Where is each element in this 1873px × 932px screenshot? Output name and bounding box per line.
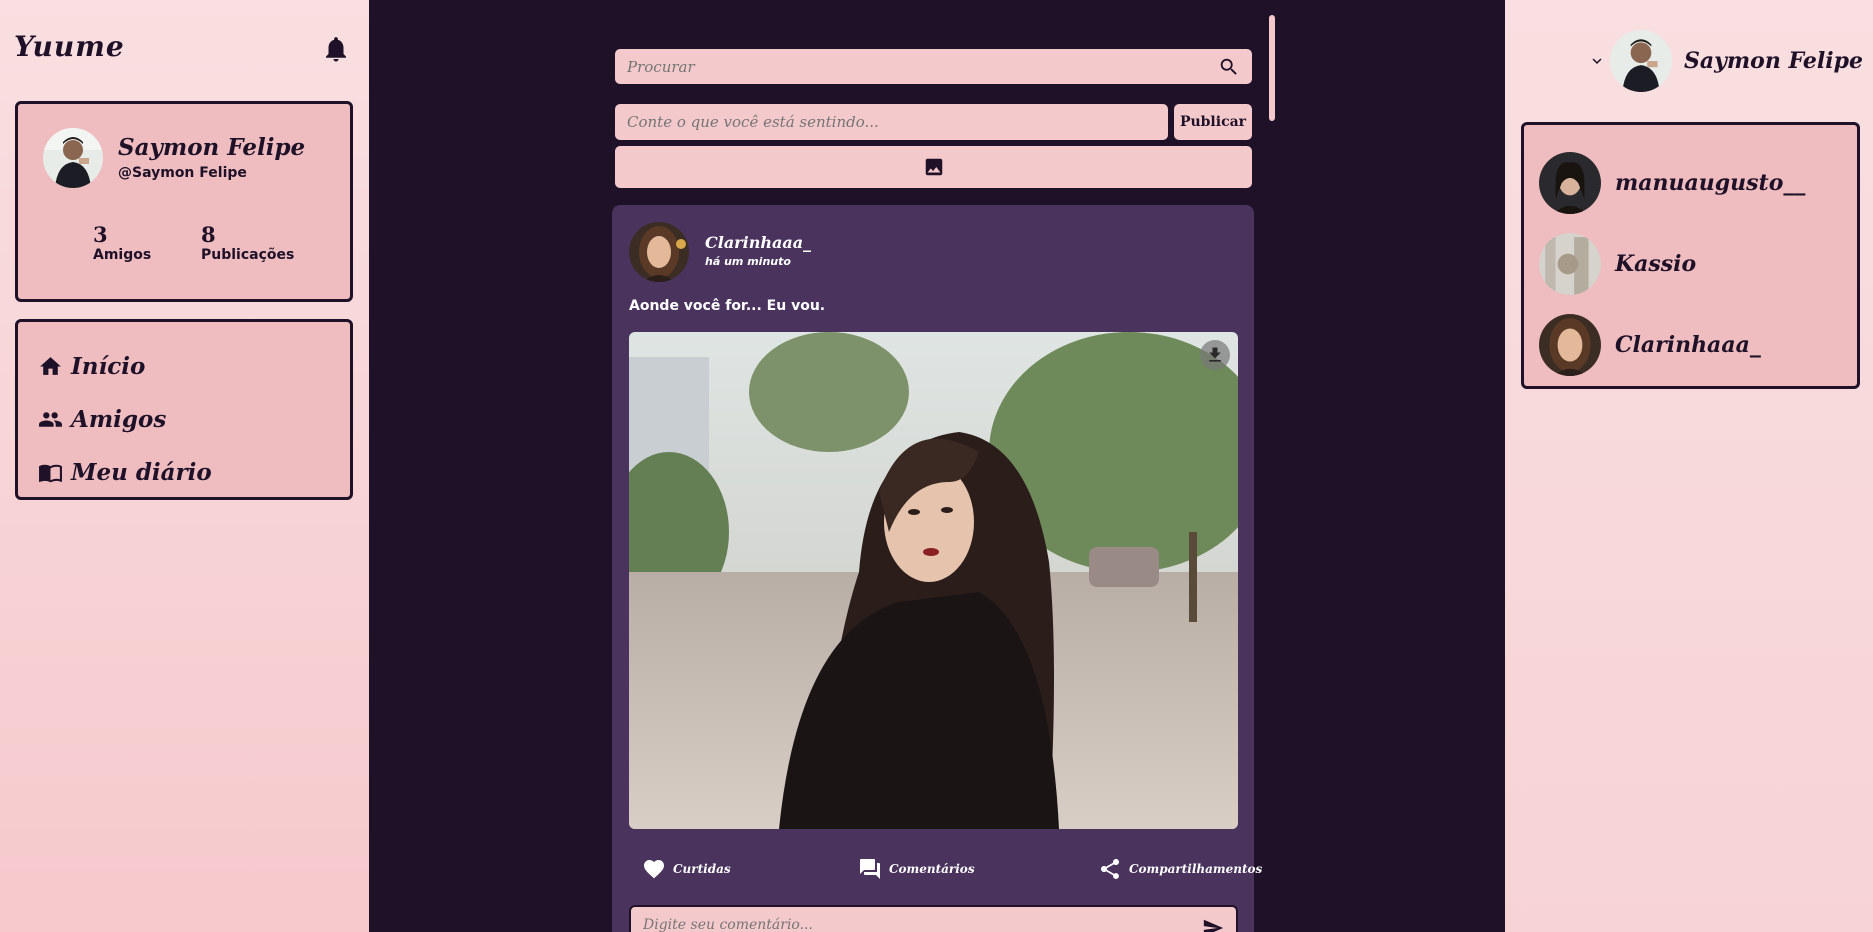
notification-bell-icon[interactable]: [321, 33, 351, 65]
stat-posts[interactable]: 8 Publicações: [201, 222, 294, 263]
post-image[interactable]: [629, 332, 1238, 829]
friend-name: Kassio: [1615, 250, 1697, 277]
profile-avatar[interactable]: [43, 128, 103, 188]
send-icon[interactable]: [1202, 917, 1224, 932]
friend-item[interactable]: Clarinhaaa_: [1524, 304, 1857, 385]
stat-friends-label: Amigos: [93, 247, 152, 263]
book-icon: [39, 464, 62, 483]
comments-icon: [860, 859, 880, 879]
header-user-name: Saymon Felipe: [1683, 48, 1863, 74]
left-sidebar: Yuume Saymon Felipe @Saymon Felipe 3 Ami…: [0, 0, 369, 932]
search-icon[interactable]: [1218, 56, 1240, 78]
friend-item[interactable]: manuaugusto__: [1524, 142, 1857, 223]
chevron-down-icon[interactable]: [1588, 52, 1606, 70]
share-icon: [1101, 859, 1119, 879]
profile-handle: @Saymon Felipe: [118, 165, 247, 181]
profile-name: Saymon Felipe: [118, 134, 306, 161]
download-button[interactable]: [1200, 340, 1230, 370]
header-user-avatar[interactable]: [1609, 30, 1672, 92]
menu-item-inicio[interactable]: Início: [18, 340, 350, 393]
comment-box: [629, 905, 1238, 932]
friend-item[interactable]: Kassio: [1524, 223, 1857, 304]
like-label: Curtidas: [673, 862, 731, 876]
stat-posts-label: Publicações: [201, 247, 295, 263]
menu-item-label: Amigos: [71, 406, 167, 433]
navigation-menu: Início Amigos Meu diário: [15, 319, 353, 500]
share-button[interactable]: Compartilhamentos: [1098, 857, 1262, 881]
post-text: Aonde você for... Eu vou.: [629, 298, 826, 314]
post-card: Clarinhaaa_ há um minuto Aonde você for.…: [612, 205, 1262, 932]
stat-friends[interactable]: 3 Amigos: [93, 222, 151, 263]
menu-item-amigos[interactable]: Amigos: [18, 393, 350, 446]
friend-avatar: [1539, 151, 1601, 214]
image-icon: [925, 158, 942, 176]
menu-item-meu-diario[interactable]: Meu diário: [18, 446, 350, 499]
search-input[interactable]: [627, 57, 1218, 76]
add-image-button[interactable]: [615, 146, 1252, 188]
stat-posts-value: 8: [201, 222, 216, 247]
comments-button[interactable]: Comentários: [858, 857, 975, 881]
feed-scrollbar[interactable]: [1269, 15, 1275, 121]
status-input[interactable]: [615, 104, 1168, 140]
post-timestamp: há um minuto: [705, 255, 791, 268]
app-logo[interactable]: Yuume: [14, 30, 125, 63]
post-author-name[interactable]: Clarinhaaa_: [705, 233, 811, 252]
friend-name: manuaugusto__: [1615, 169, 1806, 196]
profile-card: Saymon Felipe @Saymon Felipe 3 Amigos 8 …: [15, 101, 353, 302]
search-bar: [615, 49, 1252, 84]
friends-list: manuaugusto__ Kassio Clarinhaaa_: [1521, 122, 1860, 389]
user-menu[interactable]: Saymon Felipe: [1588, 30, 1863, 92]
home-icon: [40, 357, 61, 375]
publish-button[interactable]: Publicar: [1174, 104, 1252, 140]
people-icon: [39, 412, 62, 427]
friend-name: Clarinhaaa_: [1615, 331, 1761, 358]
post-author-avatar[interactable]: [629, 222, 689, 282]
menu-item-label: Meu diário: [71, 459, 212, 486]
friend-avatar: [1539, 232, 1601, 295]
share-label: Compartilhamentos: [1129, 862, 1263, 876]
stat-friends-value: 3: [93, 222, 108, 247]
like-button[interactable]: Curtidas: [642, 857, 731, 881]
comment-input[interactable]: [643, 917, 1202, 932]
download-icon: [1209, 347, 1221, 362]
comments-label: Comentários: [889, 862, 975, 876]
friend-avatar: [1539, 313, 1601, 376]
menu-item-label: Início: [71, 353, 146, 380]
heart-icon: [644, 860, 664, 879]
